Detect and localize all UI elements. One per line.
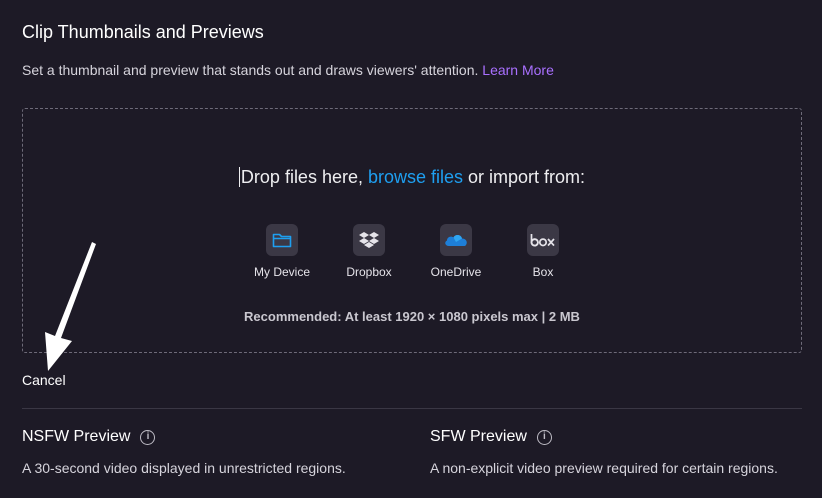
import-sources: My Device Dropbox OneDrive Box [23,224,801,284]
nsfw-preview-title: NSFW Preview [22,428,131,445]
clip-thumbnails-page: Clip Thumbnails and Previews Set a thumb… [0,0,822,498]
file-dropzone[interactable]: Drop files here, browse files or import … [22,108,802,353]
sfw-preview-description: A non-explicit video preview required fo… [430,460,778,476]
text-caret [238,167,240,187]
page-subtitle: Set a thumbnail and preview that stands … [22,62,554,78]
source-label-my-device: My Device [253,265,310,279]
nsfw-preview-description: A 30-second video displayed in unrestric… [22,460,346,476]
source-label-onedrive: OneDrive [430,265,482,279]
drop-instructions: Drop files here, browse files or import … [23,167,801,188]
page-title: Clip Thumbnails and Previews [22,22,264,42]
onedrive-icon [440,224,472,256]
folder-icon [266,224,298,256]
box-logo-icon [527,224,559,256]
nsfw-preview-section: NSFW Preview i A 30-second video display… [22,428,346,476]
drop-text-before: Drop files here, [240,167,368,187]
section-divider [22,408,802,409]
source-dropbox[interactable]: Dropbox [324,224,414,279]
sfw-preview-section: SFW Preview i A non-explicit video previ… [430,428,778,476]
pointer-arrow-icon [45,242,96,371]
source-box[interactable]: Box [498,224,588,279]
source-my-device[interactable]: My Device [237,224,327,279]
file-recommendation: Recommended: At least 1920 × 1080 pixels… [244,309,580,324]
source-label-box: Box [532,265,554,279]
source-onedrive[interactable]: OneDrive [411,224,501,279]
info-icon[interactable]: i [140,429,156,445]
dropbox-icon [353,224,385,256]
drop-text-after: or import from: [463,167,586,187]
source-label-dropbox: Dropbox [346,265,392,279]
browse-files-link[interactable]: browse files [368,167,463,187]
learn-more-link[interactable]: Learn More [482,62,554,78]
subtitle-text: Set a thumbnail and preview that stands … [22,62,479,78]
info-icon[interactable]: i [536,429,552,445]
sfw-preview-title: SFW Preview [430,428,527,445]
